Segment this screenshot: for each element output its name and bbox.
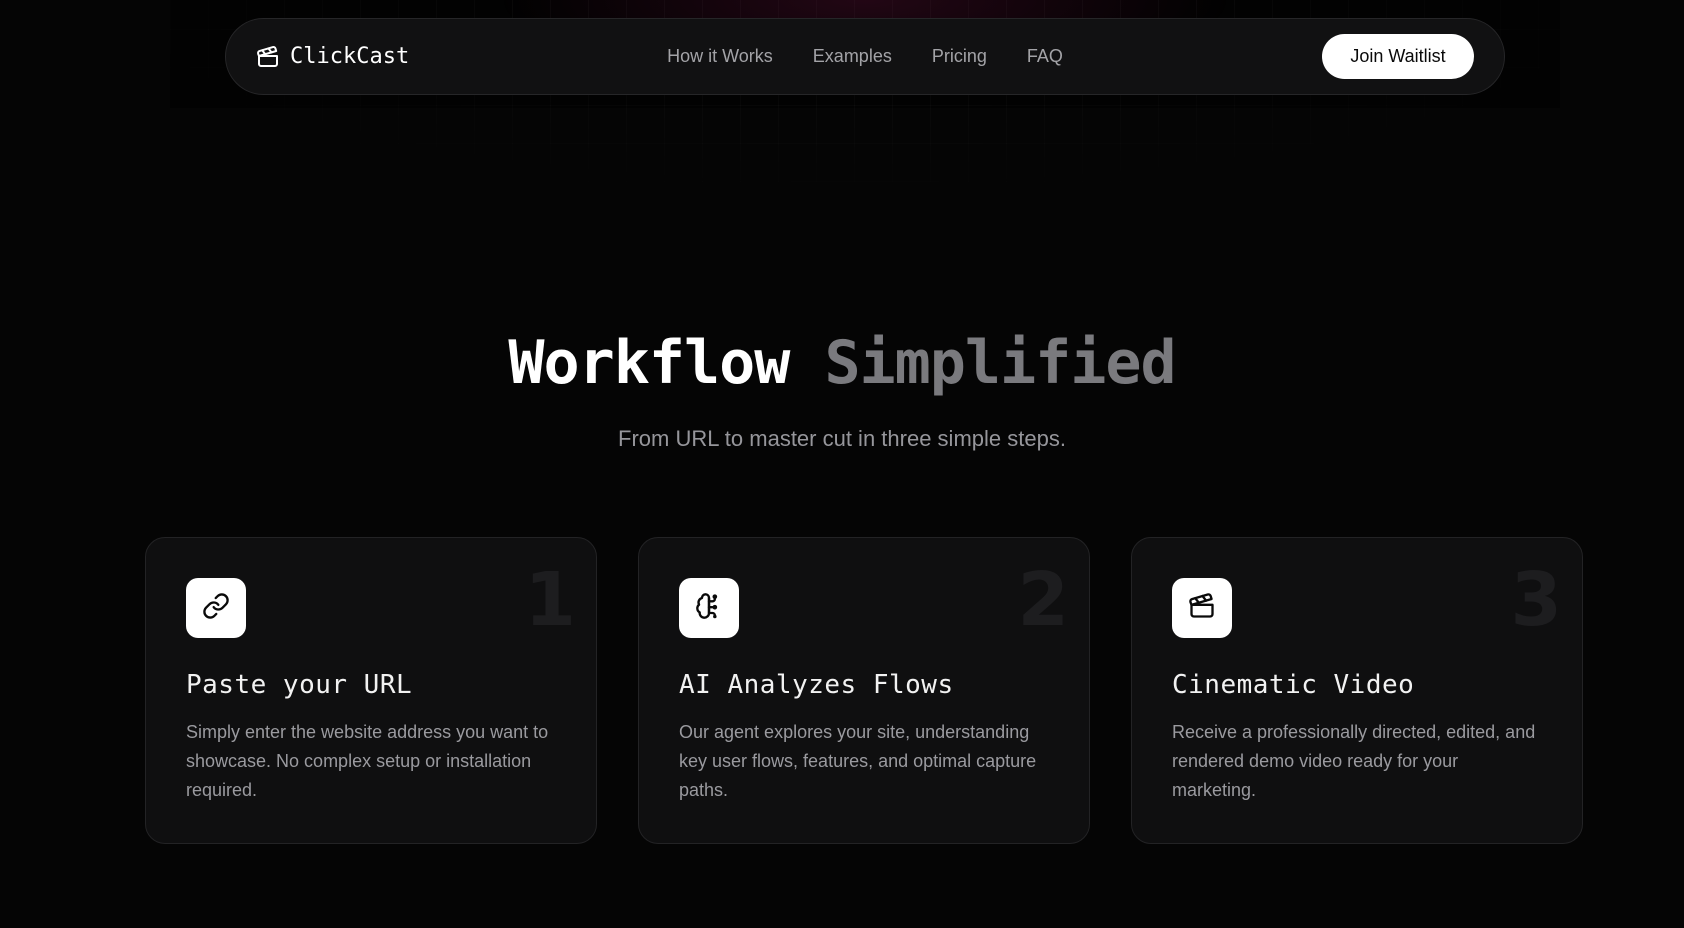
step-number: 2 <box>1017 557 1070 643</box>
brain-icon <box>695 592 723 625</box>
page: ClickCast How it Works Examples Pricing … <box>0 0 1684 928</box>
step-title: Paste your URL <box>186 670 413 700</box>
step-description: Simply enter the website address you wan… <box>186 722 549 800</box>
step-card-3: 3 Cinematic Video Receive a professional… <box>1131 537 1583 844</box>
section-title-primary: Workflow <box>508 328 790 398</box>
section-title-secondary: Simplified <box>824 328 1176 398</box>
navbar: ClickCast How it Works Examples Pricing … <box>225 18 1505 95</box>
step-card-1: 1 Paste your URL Simply enter the websit… <box>145 537 597 844</box>
icon-tile <box>186 578 246 638</box>
clapperboard-icon <box>1188 592 1216 625</box>
steps-grid: 1 Paste your URL Simply enter the websit… <box>145 537 1583 844</box>
nav-link-faq[interactable]: FAQ <box>1027 46 1063 67</box>
link-icon <box>202 592 230 625</box>
nav-link-examples[interactable]: Examples <box>813 46 892 67</box>
section-title: Workflow Simplified <box>0 326 1684 400</box>
step-title: AI Analyzes Flows <box>679 670 954 700</box>
step-description: Our agent explores your site, understand… <box>679 722 1037 800</box>
step-number: 3 <box>1510 557 1563 643</box>
icon-tile <box>679 578 739 638</box>
icon-tile <box>1172 578 1232 638</box>
step-number: 1 <box>524 557 577 643</box>
section-subtitle: From URL to master cut in three simple s… <box>618 426 1066 451</box>
nav-link-pricing[interactable]: Pricing <box>932 46 987 67</box>
step-title: Cinematic Video <box>1172 670 1415 700</box>
nav-links: How it Works Examples Pricing FAQ <box>226 19 1504 94</box>
step-description: Receive a professionally directed, edite… <box>1172 722 1536 800</box>
join-waitlist-button[interactable]: Join Waitlist <box>1322 34 1474 79</box>
nav-link-how-it-works[interactable]: How it Works <box>667 46 773 67</box>
step-card-2: 2 AI Analyzes Flows Our agent explores y… <box>638 537 1090 844</box>
